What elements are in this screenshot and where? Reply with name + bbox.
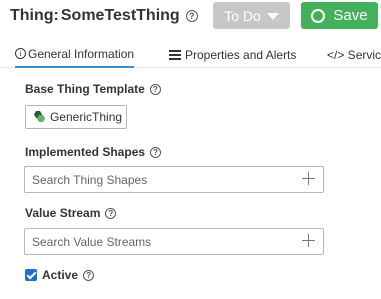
thing-template-icon	[34, 111, 45, 122]
circle-icon	[311, 8, 326, 23]
base-template-value: GenericThing	[50, 110, 123, 124]
tab-services[interactable]: </> Service	[327, 41, 381, 68]
implemented-shapes-label: Implemented Shapes ?	[25, 145, 162, 159]
help-icon[interactable]: ?	[105, 207, 117, 219]
help-icon[interactable]: ?	[185, 10, 198, 22]
search-value-streams-input[interactable]: Search Value Streams	[24, 228, 324, 255]
todo-dropdown-button[interactable]: To Do	[213, 2, 290, 29]
header: Thing: SomeTestThing ? To Do Save	[0, 0, 381, 34]
page-title: Thing: SomeTestThing ?	[10, 7, 198, 25]
search-placeholder: Search Thing Shapes	[32, 172, 148, 187]
tab-label: Properties and Alerts	[185, 47, 297, 62]
base-template-label: Base Thing Template ?	[25, 82, 161, 96]
help-icon[interactable]: ?	[149, 83, 161, 95]
save-button[interactable]: Save	[301, 2, 378, 29]
tab-label: </> Service	[327, 47, 381, 62]
base-template-label-text: Base Thing Template	[25, 82, 145, 96]
todo-label: To Do	[224, 7, 261, 24]
plus-icon[interactable]	[302, 234, 315, 247]
caret-down-icon	[266, 13, 279, 20]
tab-bar: i General Information Properties and Ale…	[0, 41, 381, 68]
title-prefix: Thing:	[10, 7, 59, 24]
active-label: Active	[42, 268, 79, 282]
implemented-shapes-label-text: Implemented Shapes	[25, 145, 146, 159]
list-icon	[169, 49, 181, 60]
base-template-chip[interactable]: GenericThing	[25, 105, 127, 129]
search-placeholder: Search Value Streams	[32, 234, 152, 249]
tab-label: General Information	[28, 46, 135, 61]
search-thing-shapes-input[interactable]: Search Thing Shapes	[24, 166, 324, 193]
active-checkbox-row: Active ?	[25, 268, 95, 282]
active-checkbox[interactable]	[25, 269, 37, 281]
tab-general-information[interactable]: i General Information	[15, 41, 135, 68]
help-icon[interactable]: ?	[83, 269, 95, 281]
info-icon: i	[15, 48, 26, 59]
save-label: Save	[333, 7, 368, 24]
thing-name: SomeTestThing	[60, 7, 180, 24]
value-stream-label: Value Stream ?	[25, 206, 117, 220]
value-stream-label-text: Value Stream	[25, 206, 101, 220]
help-icon[interactable]: ?	[150, 146, 162, 158]
plus-icon[interactable]	[302, 172, 315, 185]
tab-properties-and-alerts[interactable]: Properties and Alerts	[169, 41, 296, 68]
